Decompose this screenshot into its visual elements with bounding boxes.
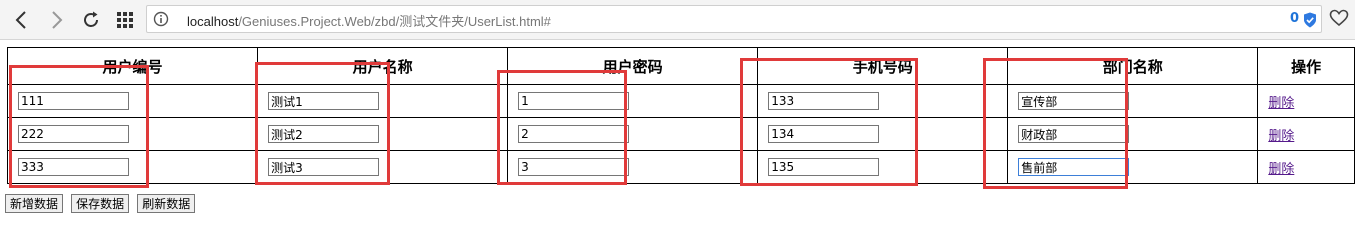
user-table: 用户编号 用户名称 用户密码 手机号码 部门名称 操作 删除 删除 删除	[6, 47, 1355, 184]
header-action: 操作	[1257, 47, 1355, 85]
cell-dept	[1007, 117, 1259, 151]
header-user-id: 用户编号	[6, 47, 259, 85]
save-data-button[interactable]: 保存数据	[71, 194, 130, 213]
cell-phone	[757, 84, 1009, 118]
header-user-password: 用户密码	[507, 47, 759, 85]
user-name-input[interactable]	[268, 125, 380, 143]
shield-icon[interactable]	[1303, 12, 1317, 28]
cell-action: 删除	[1257, 117, 1355, 151]
cell-action: 删除	[1257, 84, 1355, 118]
url-host: localhost	[187, 14, 239, 29]
dept-input[interactable]	[1018, 158, 1130, 176]
address-bar[interactable]: localhost/Geniuses.Project.Web/zbd/测试文件夹…	[146, 5, 1322, 33]
cell-password	[507, 117, 759, 151]
header-phone: 手机号码	[757, 47, 1009, 85]
header-user-name: 用户名称	[257, 47, 509, 85]
url-path: /Geniuses.Project.Web/zbd/测试文件夹/UserList…	[238, 14, 551, 29]
user-password-input[interactable]	[518, 125, 630, 143]
cell-id	[6, 117, 259, 151]
page-icon	[153, 11, 169, 27]
cell-id	[6, 84, 259, 118]
refresh-icon	[84, 11, 98, 27]
cell-action: 删除	[1257, 150, 1355, 184]
user-id-input[interactable]	[18, 158, 129, 176]
cell-name	[257, 150, 509, 184]
cell-password	[507, 84, 759, 118]
user-id-input[interactable]	[18, 92, 129, 110]
refresh-button[interactable]	[78, 7, 104, 33]
table-header-row: 用户编号 用户名称 用户密码 手机号码 部门名称 操作	[6, 47, 1355, 85]
cell-name	[257, 84, 509, 118]
user-id-input[interactable]	[18, 125, 129, 143]
table-row: 删除	[6, 117, 1355, 151]
delete-link[interactable]: 删除	[1268, 129, 1294, 144]
cell-dept	[1007, 84, 1259, 118]
cell-id	[6, 150, 259, 184]
cell-dept	[1007, 150, 1259, 184]
delete-link[interactable]: 删除	[1268, 96, 1294, 111]
forward-arrow-icon	[52, 11, 63, 29]
user-name-input[interactable]	[268, 158, 380, 176]
back-arrow-icon	[15, 11, 26, 29]
user-password-input[interactable]	[518, 92, 630, 110]
heart-icon[interactable]	[1329, 9, 1349, 27]
cell-phone	[757, 150, 1009, 184]
user-password-input[interactable]	[518, 158, 630, 176]
cell-name	[257, 117, 509, 151]
action-buttons: 新增数据 保存数据 刷新数据	[5, 193, 198, 213]
blocked-count: 0	[1289, 11, 1299, 26]
cell-password	[507, 150, 759, 184]
phone-input[interactable]	[768, 125, 880, 143]
browser-toolbar: localhost/Geniuses.Project.Web/zbd/测试文件夹…	[0, 0, 1355, 40]
dept-input[interactable]	[1018, 125, 1130, 143]
add-data-button[interactable]: 新增数据	[5, 194, 64, 213]
table-row: 删除	[6, 84, 1355, 118]
phone-input[interactable]	[768, 92, 880, 110]
header-dept: 部门名称	[1007, 47, 1259, 85]
refresh-data-button[interactable]: 刷新数据	[137, 194, 196, 213]
dept-input[interactable]	[1018, 92, 1130, 110]
delete-link[interactable]: 删除	[1268, 162, 1294, 177]
back-button[interactable]	[8, 7, 34, 33]
url-text: localhost/Geniuses.Project.Web/zbd/测试文件夹…	[187, 11, 551, 30]
cell-phone	[757, 117, 1009, 151]
table-row: 删除	[6, 150, 1355, 184]
apps-button[interactable]	[112, 7, 138, 33]
phone-input[interactable]	[768, 158, 880, 176]
forward-button[interactable]	[44, 7, 70, 33]
grid-icon	[117, 12, 133, 28]
user-name-input[interactable]	[268, 92, 380, 110]
